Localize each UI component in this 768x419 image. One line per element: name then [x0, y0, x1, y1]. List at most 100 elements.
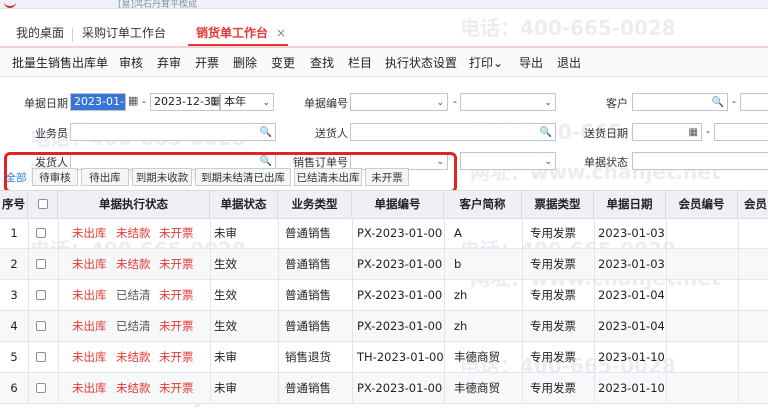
row-seq: 5 [10, 350, 18, 364]
status-tab-pending-outbound[interactable]: 待出库 [81, 168, 129, 186]
date-label: 单据日期 [24, 97, 68, 110]
col-doc-status[interactable]: 单据状态 [210, 191, 278, 218]
col-member-no[interactable]: 会员编号 [666, 191, 738, 218]
table-row[interactable]: 4 未出库已结清未开票 生效 普通销售 PX-2023-01-00-... zh 专用发票 2… [0, 311, 768, 342]
print-button[interactable]: 打印⌄ [469, 54, 503, 71]
export-button[interactable]: 导出 [519, 54, 543, 71]
status-tab-due-unsettled-shipped[interactable]: 到期未结清已出库 [195, 168, 291, 186]
app-title: [易]鸿石丹茸平楔成 [118, 0, 198, 10]
calendar-icon[interactable]: ▦ [210, 94, 220, 107]
doc-no: PX-2023-01-00-... [357, 381, 443, 395]
select-all-checkbox[interactable] [38, 199, 48, 209]
delete-button[interactable]: 删除 [233, 54, 257, 71]
status-tab-settled-not-shipped[interactable]: 已结清未出库 [294, 168, 362, 186]
search-icon[interactable]: 🔍 [260, 125, 272, 141]
column-divider [738, 218, 739, 404]
invoice-status: 未开票 [159, 350, 194, 364]
col-select-all[interactable] [28, 191, 58, 218]
doc-status: 未审 [214, 226, 237, 240]
doc-no-from-select[interactable]: ⌄ [350, 93, 448, 111]
row-checkbox[interactable] [36, 290, 46, 300]
search-icon[interactable]: 🔍 [712, 95, 724, 111]
approve-button[interactable]: 审核 [119, 54, 143, 71]
date-range-select[interactable]: 本年 ⌄ [220, 93, 274, 111]
date-from-input[interactable]: 2023-01-01 [70, 93, 126, 124]
customer-name: zh [454, 319, 468, 333]
exec-status-settings-button[interactable]: 执行状态设置 [385, 54, 457, 71]
tab-purchase-order[interactable]: 采购订单工作台 [82, 22, 166, 44]
change-button[interactable]: 变更 [271, 54, 295, 71]
invoice-status: 未开票 [159, 226, 194, 240]
doc-no: PX-2023-01-00-... [357, 288, 443, 302]
status-tab-due-uncollected[interactable]: 到期未收款 [132, 168, 192, 186]
ship-date-to-input[interactable] [714, 123, 768, 141]
row-checkbox[interactable] [36, 321, 46, 331]
doc-date: 2023-01-03 [598, 226, 664, 240]
sender-input[interactable]: 🔍 [350, 123, 556, 141]
doc-status: 生效 [214, 257, 237, 271]
customer-from-input[interactable]: 🔍 [632, 93, 728, 111]
exit-button[interactable]: 退出 [557, 54, 581, 71]
table-row[interactable]: 6 未出库未结款未开票 未审 普通销售 PX-2023-01-00-... 丰德商贸 专用发… [0, 373, 768, 404]
col-biz-type[interactable]: 业务类型 [278, 191, 352, 218]
find-button[interactable]: 查找 [310, 54, 334, 71]
doc-no-to-select[interactable]: ⌄ [460, 93, 556, 111]
customer-name: 丰德商贸 [454, 381, 500, 395]
row-checkbox[interactable] [36, 352, 46, 362]
tab-my-desktop[interactable]: 我的桌面 [16, 22, 64, 44]
doc-status-select[interactable] [632, 152, 768, 170]
row-checkbox[interactable] [36, 228, 46, 238]
close-icon[interactable]: × [276, 26, 286, 40]
doc-no-label: 单据编号 [304, 97, 348, 110]
unapprove-button[interactable]: 弃审 [157, 54, 181, 71]
col-doc-no[interactable]: 单据编号 [352, 191, 444, 218]
table-row[interactable]: 3 未出库已结清未开票 生效 普通销售 PX-2023-01-00-... zh 专用发票 2… [0, 280, 768, 311]
tab-sales-workbench[interactable]: 销货单工作台 × [188, 22, 288, 46]
payment-status: 已结清 [116, 288, 151, 302]
payment-status: 未结款 [116, 257, 151, 271]
app-topbar: [易]鸿石丹茸平楔成 [0, 0, 768, 10]
bill-type: 专用发票 [530, 350, 576, 364]
invoice-status: 未开票 [159, 381, 194, 395]
columns-button[interactable]: 栏目 [348, 54, 372, 71]
order-no-to-select[interactable]: ⌄ [460, 152, 556, 170]
customer-name: 丰德商贸 [454, 350, 500, 364]
invoice-button[interactable]: 开票 [195, 54, 219, 71]
payment-status: 已结清 [116, 319, 151, 333]
customer-to-input[interactable] [740, 93, 768, 111]
column-divider [594, 218, 595, 404]
customer-name: A [454, 226, 462, 240]
status-tab-not-invoiced[interactable]: 未开票 [365, 168, 409, 186]
doc-no: PX-2023-01-00-... [357, 319, 443, 333]
tab-divider [72, 28, 73, 42]
col-member[interactable]: 会员 [738, 191, 768, 218]
col-exec-status[interactable]: 单据执行状态 [58, 191, 210, 218]
col-bill-type[interactable]: 票据类型 [522, 191, 594, 218]
table-row[interactable]: 5 未出库未结款未开票 未审 销售退货 TH-2023-01-00-... 丰德商贸 专用发… [0, 342, 768, 373]
calendar-icon[interactable]: ▦ [128, 94, 138, 107]
payment-status: 未结款 [116, 226, 151, 240]
search-icon[interactable]: 🔍 [540, 125, 552, 141]
ship-date-from-input[interactable]: ▦ [632, 123, 702, 141]
col-doc-date[interactable]: 单据日期 [594, 191, 666, 218]
table-row[interactable]: 2 未出库未结款未开票 生效 普通销售 PX-2023-01-00-... b 专用发票 20… [0, 249, 768, 280]
payment-status: 未结款 [116, 381, 151, 395]
row-checkbox[interactable] [36, 259, 46, 269]
column-divider [58, 218, 59, 404]
batch-create-outbound-button[interactable]: 批量生销售出库单 [12, 54, 108, 71]
row-checkbox[interactable] [36, 383, 46, 393]
col-customer[interactable]: 客户简称 [444, 191, 522, 218]
salesman-input[interactable]: 🔍 [70, 123, 276, 141]
calendar-icon[interactable]: ▦ [689, 125, 698, 141]
col-seq[interactable]: 序号 [0, 191, 28, 218]
table-row[interactable]: 1 未出库未结款未开票 未审 普通销售 PX-2023-01-00-... A 专用发票 20… [0, 218, 768, 249]
range-dash: - [142, 95, 146, 108]
column-divider [28, 218, 29, 404]
biz-type: 普通销售 [285, 288, 331, 302]
outbound-status: 未出库 [72, 226, 107, 240]
row-seq: 2 [10, 257, 18, 271]
status-tab-pending-approval[interactable]: 待审核 [32, 168, 78, 186]
workspace-tabs: 我的桌面 采购订单工作台 销货单工作台 × [0, 18, 768, 48]
chevron-down-icon: ⌄ [493, 56, 504, 70]
status-tab-all[interactable]: 全部 [4, 168, 28, 186]
